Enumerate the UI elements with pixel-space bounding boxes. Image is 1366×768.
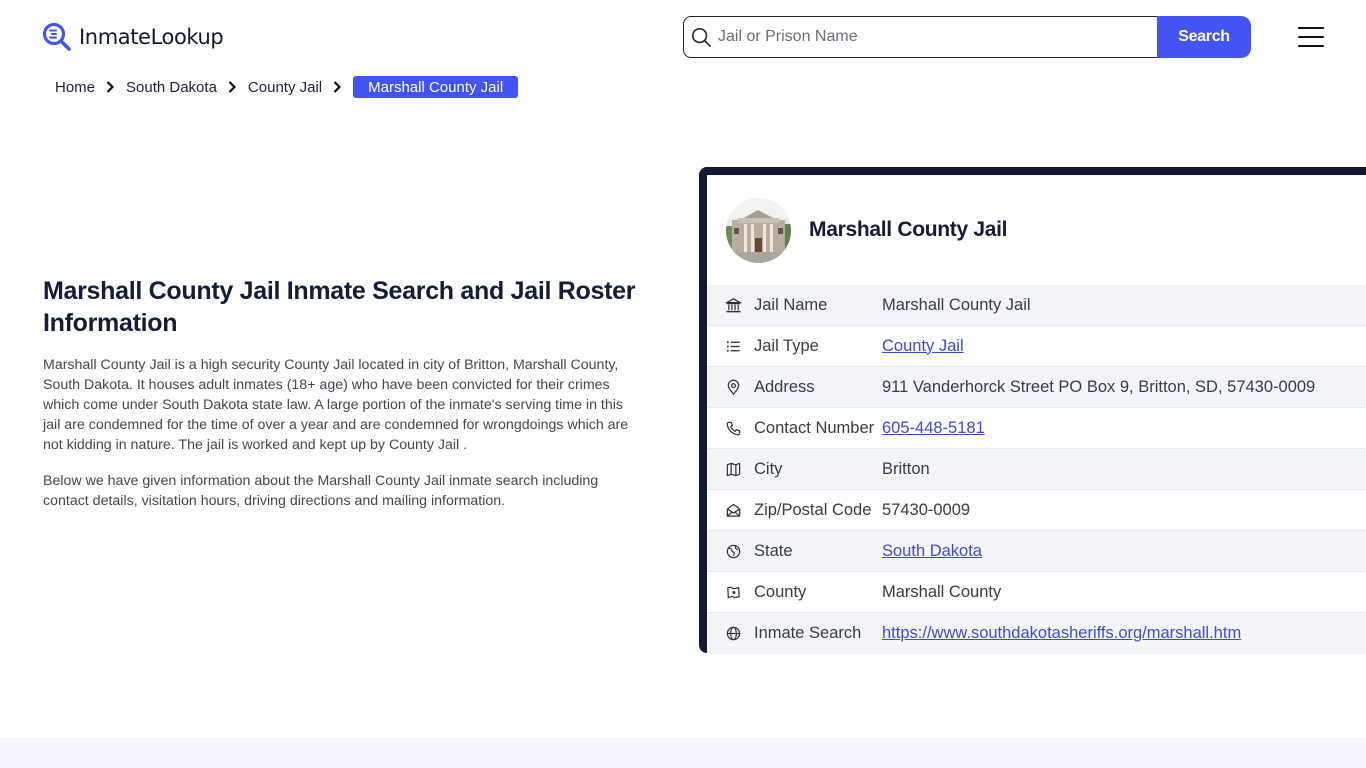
menu-line [1298,45,1324,47]
breadcrumb-jail-type[interactable]: County Jail [248,79,322,96]
menu-line [1298,27,1324,29]
search-icon [691,27,711,47]
jail-photo [726,197,791,263]
search-bar: Search [683,16,1251,58]
info-row-county: County Marshall County [707,572,1366,613]
info-table: Jail Name Marshall County Jail Jail Type… [707,285,1366,654]
info-row-city: City Britton [707,449,1366,490]
logo[interactable]: InmateLookup [42,22,224,52]
info-row-jail-name: Jail Name Marshall County Jail [707,285,1366,326]
row-label: Contact Number [754,418,875,437]
row-value: Marshall County Jail [882,295,1031,314]
info-row-state: State South Dakota [707,531,1366,572]
breadcrumb-state[interactable]: South Dakota [126,79,217,96]
intro-paragraph: Below we have given information about th… [43,473,599,509]
mail-open-icon [724,501,742,519]
courthouse-image-icon [726,197,791,263]
list-icon [724,337,742,355]
info-row-jail-type: Jail Type County Jail [707,326,1366,367]
row-value: Britton [882,459,930,478]
breadcrumb-current[interactable]: Marshall County Jail [353,76,519,98]
card-title: Marshall County Jail [809,218,1008,241]
globe-icon [724,625,742,643]
row-label: Jail Type [754,336,819,355]
breadcrumb-home[interactable]: Home [55,79,95,96]
menu-line [1298,36,1324,38]
row-value: Marshall County [882,582,1002,601]
jail-info-card: Marshall County Jail Jail Name Marshall … [699,167,1366,654]
search-field[interactable] [683,16,1157,58]
map-icon [724,460,742,478]
page-title: Marshall County Jail Inmate Search and J… [43,277,636,337]
row-label: Inmate Search [754,624,862,642]
info-row-zip: Zip/Postal Code 57430-0009 [707,490,1366,531]
footer-band [0,738,1366,768]
row-label: Address [754,377,815,396]
info-row-contact: Contact Number 605-448-5181 [707,408,1366,449]
chevron-right-icon [228,81,236,93]
logo-text: InmateLookup [79,25,224,49]
phone-link[interactable]: 605-448-5181 [882,419,985,437]
inmate-search-link[interactable]: https://www.southdakotasheriffs.org/mars… [882,624,1241,642]
county-map-icon [724,583,742,601]
state-link[interactable]: South Dakota [882,542,982,560]
intro-paragraph: Marshall County Jail is a high security … [43,357,629,453]
search-input[interactable] [718,28,1157,46]
info-row-inmate-search: Inmate Search https://www.southdakotashe… [707,613,1366,654]
jail-type-link[interactable]: County Jail [882,337,964,355]
building-columns-icon [724,296,742,314]
info-row-address: Address 911 Vanderhorck Street PO Box 9,… [707,367,1366,408]
row-label: County [754,582,807,601]
magnifier-logo-icon [42,22,71,51]
globe-map-icon [724,542,742,560]
row-label: Jail Name [754,295,828,314]
row-value: 911 Vanderhorck Street PO Box 9, Britton… [882,377,1316,396]
row-value: 57430-0009 [882,500,971,519]
map-pin-icon [724,378,742,396]
card-header: Marshall County Jail [707,175,1366,285]
search-button[interactable]: Search [1157,16,1251,58]
chevron-right-icon [106,81,115,93]
row-label: Zip/Postal Code [754,500,872,519]
intro-text: Marshall County Jail is a high security … [43,355,638,527]
row-label: State [754,541,793,560]
card-body: Marshall County Jail Jail Name Marshall … [707,175,1366,654]
hamburger-icon[interactable] [1298,27,1324,47]
chevron-right-icon [333,81,342,93]
phone-icon [724,419,742,437]
breadcrumb: Home South Dakota County Jail Marshall C… [55,76,519,98]
row-label: City [754,459,783,478]
